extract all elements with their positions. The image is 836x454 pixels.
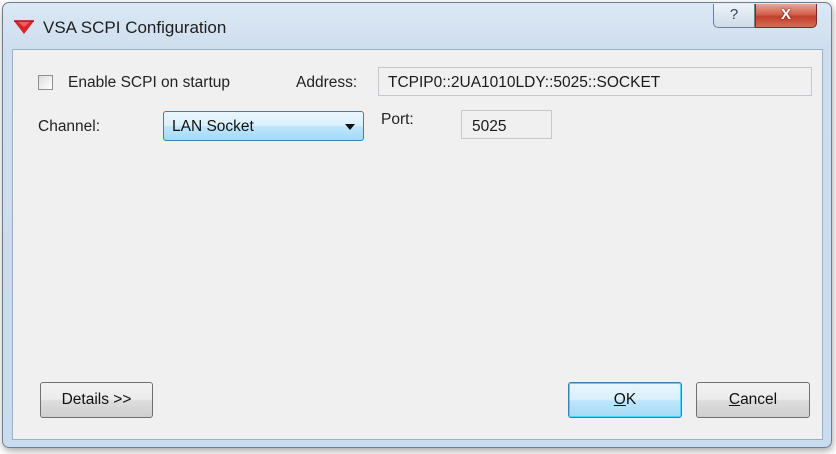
channel-select-value: LAN Socket: [172, 118, 254, 135]
close-button[interactable]: X: [755, 4, 817, 28]
channel-label: Channel:: [38, 118, 101, 135]
address-field[interactable]: TCPIP0::2UA1010LDY::5025::SOCKET: [378, 67, 812, 96]
address-label: Address:: [296, 74, 358, 91]
enable-scpi-checkbox[interactable]: [38, 75, 53, 90]
cancel-button-accel: C: [728, 391, 741, 408]
dialog-window: VSA SCPI Configuration ? X Enable SCPI o…: [2, 2, 832, 448]
window-title: VSA SCPI Configuration: [43, 18, 227, 37]
enable-scpi-label[interactable]: Enable SCPI on startup: [68, 74, 230, 92]
chevron-down-icon[interactable]: [345, 124, 355, 130]
cancel-button-label: ancel: [740, 391, 778, 408]
help-button[interactable]: ?: [713, 4, 755, 28]
ok-button[interactable]: OK: [568, 382, 682, 418]
port-field[interactable]: 5025: [461, 110, 552, 139]
details-button[interactable]: Details >>: [40, 382, 153, 418]
dialog-body: Enable SCPI on startup Address: TCPIP0::…: [12, 49, 823, 440]
port-label: Port:: [381, 111, 414, 128]
cancel-button[interactable]: Cancel: [696, 382, 810, 418]
ok-button-label: K: [625, 391, 637, 408]
channel-select[interactable]: LAN Socket: [163, 111, 364, 141]
app-logo-icon: [14, 20, 34, 34]
title-bar[interactable]: VSA SCPI Configuration ? X: [3, 3, 831, 49]
ok-button-accel: O: [613, 391, 626, 408]
